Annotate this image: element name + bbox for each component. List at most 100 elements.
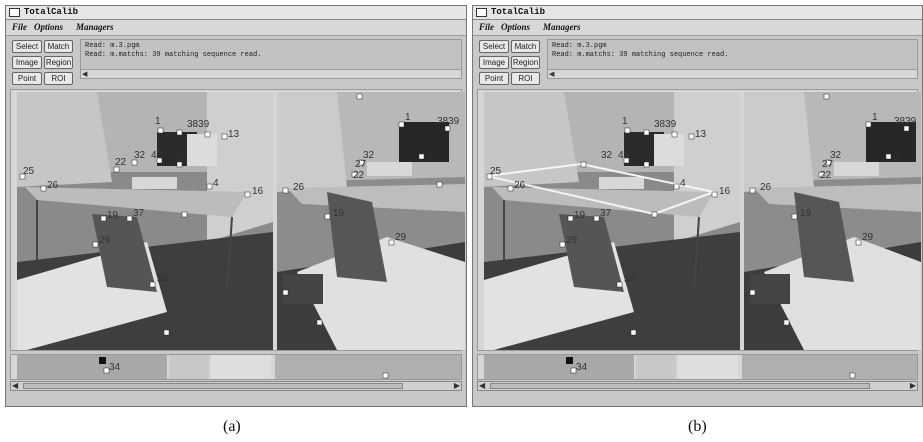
region-button[interactable]: Region	[44, 56, 73, 69]
point-label: 4	[213, 178, 219, 189]
point-label: 2	[427, 152, 433, 163]
office-photo-left-roi: 1 3839 13 25 26 32 40 2 4 16 19 37 29 30	[484, 92, 740, 350]
point-label: 32	[134, 150, 146, 161]
point-label: 19	[574, 210, 586, 221]
arrow-right-icon[interactable]: ▶	[454, 381, 460, 391]
status-bar	[473, 394, 922, 406]
point-label: 25	[490, 166, 502, 177]
scrollbar-thumb[interactable]	[490, 383, 870, 389]
point-label: 34	[576, 362, 588, 373]
scrollbar-thumb[interactable]	[23, 383, 403, 389]
image-button[interactable]: Image	[479, 56, 509, 69]
arrow-left-icon[interactable]: ◀	[479, 381, 485, 391]
point-label: 2	[894, 152, 900, 163]
point-label: 4	[680, 178, 686, 189]
left-image-view[interactable]: 1 3839 13 25 26 32 40 2 4 16 19 37 29 30	[484, 92, 740, 350]
title-bar: TotalCalib	[6, 6, 466, 20]
point-button[interactable]: Point	[479, 72, 509, 85]
point-label: 16	[252, 186, 264, 197]
point-label: 2	[645, 153, 651, 164]
log-line: Read: m.matchs: 39 matching sequence rea…	[85, 51, 262, 59]
log-scrollbar[interactable]: ◀	[81, 69, 461, 78]
office-photo-right: 1 3839 32 27 22 2 26 19 29	[744, 92, 921, 350]
arrow-left-icon[interactable]: ◀	[12, 381, 18, 391]
log-panel: Read: m.3.pgm Read: m.matchs: 39 matchin…	[80, 39, 462, 79]
menu-file[interactable]: File	[479, 20, 494, 35]
point-label: 3839	[654, 119, 677, 130]
select-button[interactable]: Select	[479, 40, 509, 53]
point-label: 25	[23, 166, 35, 177]
point-label: 3839	[437, 116, 460, 127]
point-label: 3839	[894, 116, 917, 127]
menu-options[interactable]: Options	[34, 20, 63, 35]
thumbnail-strip[interactable]: 34	[477, 354, 918, 380]
log-line: Read: m.3.pgm	[85, 42, 140, 50]
menu-bar: File Options Managers	[473, 20, 922, 36]
point-label: 22	[353, 170, 365, 181]
point-label: 19	[800, 208, 812, 219]
window-menu-icon[interactable]	[476, 8, 487, 17]
image-area: 1 3839 13 25 26 32 22 40 2 4 16 19 37 29…	[10, 89, 465, 351]
point-label: 1	[155, 116, 161, 127]
arrow-left-icon[interactable]: ◀	[549, 70, 554, 78]
point-label: 37	[600, 208, 612, 219]
point-label: 26	[293, 182, 305, 193]
menu-managers[interactable]: Managers	[76, 20, 114, 35]
log-panel: Read: m.3.pgm Read: m.matchs: 39 matchin…	[547, 39, 918, 79]
point-label: 26	[47, 180, 59, 191]
point-label: 2	[178, 153, 184, 164]
title-bar: TotalCalib	[473, 6, 922, 20]
point-label: 37	[133, 208, 145, 219]
menu-bar: File Options Managers	[6, 20, 466, 36]
toolbar: Select Match Image Region Point ROI Read…	[6, 36, 466, 88]
point-label: 29	[862, 232, 874, 243]
point-label: 22	[820, 170, 832, 181]
roi-button[interactable]: ROI	[511, 72, 540, 85]
horizontal-scrollbar[interactable]: ◀ ▶	[10, 381, 462, 391]
right-image-view[interactable]: 1 3839 32 27 22 2 26 19 29	[744, 92, 921, 350]
point-label: 19	[107, 210, 119, 221]
point-label: 1	[622, 116, 628, 127]
point-label: 3839	[187, 119, 210, 130]
image-button[interactable]: Image	[12, 56, 42, 69]
match-button[interactable]: Match	[511, 40, 540, 53]
window-title: TotalCalib	[491, 7, 546, 17]
point-label: 26	[514, 180, 526, 191]
log-line: Read: m.3.pgm	[552, 42, 607, 50]
point-label: 32	[601, 150, 613, 161]
point-label: 29	[395, 232, 407, 243]
point-label: 30	[157, 274, 169, 285]
left-image-view[interactable]: 1 3839 13 25 26 32 22 40 2 4 16 19 37 29…	[17, 92, 273, 350]
point-label: 29	[99, 235, 111, 246]
point-label: 1	[405, 112, 411, 123]
toolbar: Select Match Image Region Point ROI Read…	[473, 36, 922, 88]
region-button[interactable]: Region	[511, 56, 540, 69]
point-label: 26	[760, 182, 772, 193]
log-line: Read: m.matchs: 39 matching sequence rea…	[552, 51, 729, 59]
window-title: TotalCalib	[24, 7, 79, 17]
horizontal-scrollbar[interactable]: ◀ ▶	[477, 381, 918, 391]
point-label: 40	[618, 150, 630, 161]
arrow-left-icon[interactable]: ◀	[82, 70, 87, 78]
point-label: 1	[872, 112, 878, 123]
point-label: 29	[566, 235, 578, 246]
thumbnail-images: 34	[17, 355, 461, 379]
window-menu-icon[interactable]	[9, 8, 20, 17]
office-photo-right: 1 3839 32 27 22 2 26 19 29	[277, 92, 465, 350]
point-label: 13	[695, 129, 707, 140]
match-button[interactable]: Match	[44, 40, 73, 53]
menu-file[interactable]: File	[12, 20, 27, 35]
menu-options[interactable]: Options	[501, 20, 530, 35]
point-button[interactable]: Point	[12, 72, 42, 85]
log-scrollbar[interactable]: ◀	[548, 69, 917, 78]
point-label: 40	[151, 150, 163, 161]
right-image-view[interactable]: 1 3839 32 27 22 2 26 19 29	[277, 92, 465, 350]
arrow-right-icon[interactable]: ▶	[910, 381, 916, 391]
office-photo-left: 1 3839 13 25 26 32 22 40 2 4 16 19 37 29…	[17, 92, 273, 350]
thumbnail-strip[interactable]: 34	[10, 354, 462, 380]
status-bar	[6, 394, 466, 406]
roi-button[interactable]: ROI	[44, 72, 73, 85]
caption-a: (a)	[223, 418, 241, 435]
menu-managers[interactable]: Managers	[543, 20, 581, 35]
select-button[interactable]: Select	[12, 40, 42, 53]
